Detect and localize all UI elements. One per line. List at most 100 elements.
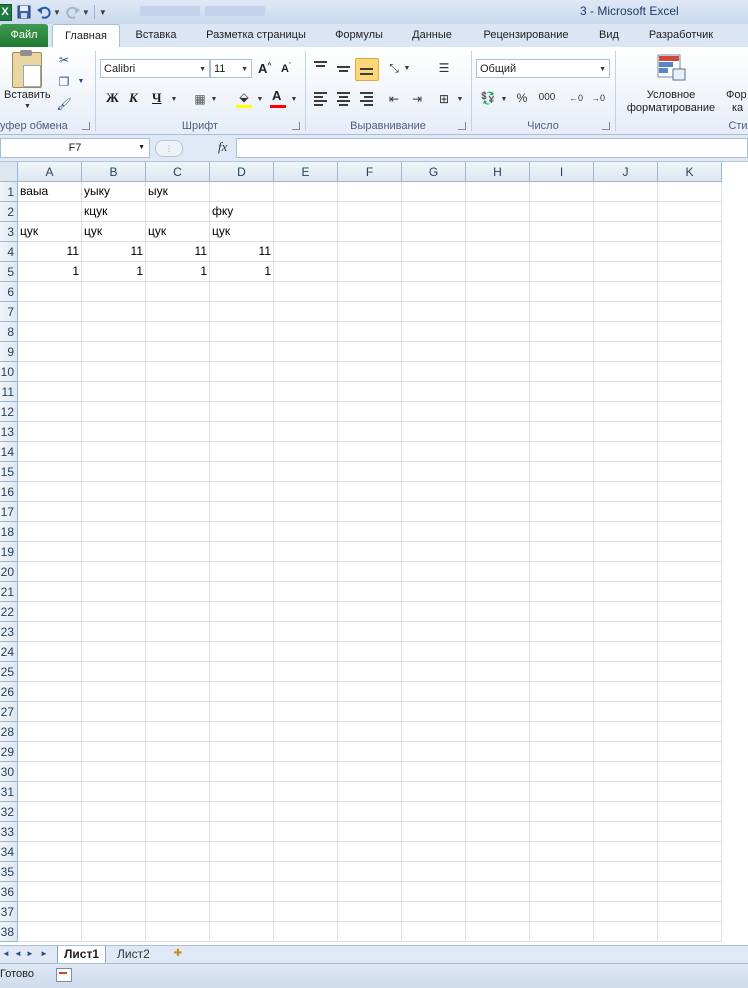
cell-e5[interactable]	[274, 262, 338, 282]
cell-k26[interactable]	[658, 682, 722, 702]
cell-e6[interactable]	[274, 282, 338, 302]
cell-f25[interactable]	[338, 662, 402, 682]
cell-d24[interactable]	[210, 642, 274, 662]
redo-dropdown-icon[interactable]: ▼	[82, 8, 90, 17]
cell-c35[interactable]	[146, 862, 210, 882]
cell-a21[interactable]	[18, 582, 82, 602]
cell-c21[interactable]	[146, 582, 210, 602]
undo-icon[interactable]	[36, 4, 52, 20]
insert-sheet-icon[interactable]: ✚	[170, 948, 186, 961]
fill-color-icon[interactable]: ⬙	[236, 89, 252, 105]
number-format-combo[interactable]: Общий ▼	[476, 59, 610, 78]
cell-g31[interactable]	[402, 782, 466, 802]
row-header-2[interactable]: 2	[0, 202, 18, 222]
cell-g28[interactable]	[402, 722, 466, 742]
tab-developer[interactable]: Разработчик	[640, 24, 722, 47]
row-header-16[interactable]: 16	[0, 482, 18, 502]
cell-k8[interactable]	[658, 322, 722, 342]
paste-icon[interactable]	[12, 50, 42, 88]
cell-i5[interactable]	[530, 262, 594, 282]
cell-j8[interactable]	[594, 322, 658, 342]
column-header-e[interactable]: E	[274, 162, 338, 182]
save-icon[interactable]	[16, 4, 32, 20]
cell-k21[interactable]	[658, 582, 722, 602]
cell-g3[interactable]	[402, 222, 466, 242]
cell-f38[interactable]	[338, 922, 402, 942]
cell-h3[interactable]	[466, 222, 530, 242]
cell-e16[interactable]	[274, 482, 338, 502]
cell-g1[interactable]	[402, 182, 466, 202]
cell-h14[interactable]	[466, 442, 530, 462]
row-header-3[interactable]: 3	[0, 222, 18, 242]
cell-i15[interactable]	[530, 462, 594, 482]
cell-a11[interactable]	[18, 382, 82, 402]
select-all-corner[interactable]	[0, 162, 18, 182]
cell-j4[interactable]	[594, 242, 658, 262]
cell-a24[interactable]	[18, 642, 82, 662]
cell-a2[interactable]	[18, 202, 82, 222]
number-launcher-icon[interactable]	[602, 122, 610, 130]
cell-b13[interactable]	[82, 422, 146, 442]
cell-b8[interactable]	[82, 322, 146, 342]
cell-a22[interactable]	[18, 602, 82, 622]
cell-e30[interactable]	[274, 762, 338, 782]
cell-k32[interactable]	[658, 802, 722, 822]
cell-d4[interactable]: 11	[210, 242, 274, 262]
cell-h13[interactable]	[466, 422, 530, 442]
cell-k13[interactable]	[658, 422, 722, 442]
row-header-26[interactable]: 26	[0, 682, 18, 702]
cell-g35[interactable]	[402, 862, 466, 882]
cell-e15[interactable]	[274, 462, 338, 482]
cell-d26[interactable]	[210, 682, 274, 702]
cell-i3[interactable]	[530, 222, 594, 242]
cell-b5[interactable]: 1	[82, 262, 146, 282]
formula-input[interactable]	[236, 138, 748, 158]
cell-j1[interactable]	[594, 182, 658, 202]
underline-dropdown-icon[interactable]: ▼	[166, 92, 182, 108]
align-top-icon[interactable]	[314, 61, 328, 75]
cell-h31[interactable]	[466, 782, 530, 802]
cell-e11[interactable]	[274, 382, 338, 402]
cell-a29[interactable]	[18, 742, 82, 762]
cell-e10[interactable]	[274, 362, 338, 382]
cell-d8[interactable]	[210, 322, 274, 342]
italic-button[interactable]: К	[129, 90, 138, 106]
cell-f23[interactable]	[338, 622, 402, 642]
font-color-icon[interactable]: A	[272, 88, 281, 103]
cell-e3[interactable]	[274, 222, 338, 242]
cell-f35[interactable]	[338, 862, 402, 882]
cell-h28[interactable]	[466, 722, 530, 742]
cell-g7[interactable]	[402, 302, 466, 322]
align-right-icon[interactable]	[360, 92, 374, 106]
cell-j17[interactable]	[594, 502, 658, 522]
cell-j6[interactable]	[594, 282, 658, 302]
row-header-30[interactable]: 30	[0, 762, 18, 782]
cell-a9[interactable]	[18, 342, 82, 362]
cell-c36[interactable]	[146, 882, 210, 902]
cell-f33[interactable]	[338, 822, 402, 842]
cell-f16[interactable]	[338, 482, 402, 502]
conditional-formatting-icon[interactable]	[656, 53, 686, 81]
cell-b30[interactable]	[82, 762, 146, 782]
row-header-34[interactable]: 34	[0, 842, 18, 862]
cell-c26[interactable]	[146, 682, 210, 702]
cell-d31[interactable]	[210, 782, 274, 802]
row-header-17[interactable]: 17	[0, 502, 18, 522]
cell-h32[interactable]	[466, 802, 530, 822]
cell-b38[interactable]	[82, 922, 146, 942]
cell-c31[interactable]	[146, 782, 210, 802]
cell-a25[interactable]	[18, 662, 82, 682]
cell-a23[interactable]	[18, 622, 82, 642]
cell-d11[interactable]	[210, 382, 274, 402]
cell-h9[interactable]	[466, 342, 530, 362]
cell-a28[interactable]	[18, 722, 82, 742]
cell-d29[interactable]	[210, 742, 274, 762]
row-header-23[interactable]: 23	[0, 622, 18, 642]
copy-dropdown-icon[interactable]: ▼	[73, 74, 89, 90]
spreadsheet-grid[interactable]: A B C D E F G H I J K 1 ваыа уыку ыук 2 кцук фку 3 цук цук цу…	[0, 162, 748, 945]
cell-h1[interactable]	[466, 182, 530, 202]
cell-j32[interactable]	[594, 802, 658, 822]
cell-a19[interactable]	[18, 542, 82, 562]
cell-g13[interactable]	[402, 422, 466, 442]
row-header-32[interactable]: 32	[0, 802, 18, 822]
